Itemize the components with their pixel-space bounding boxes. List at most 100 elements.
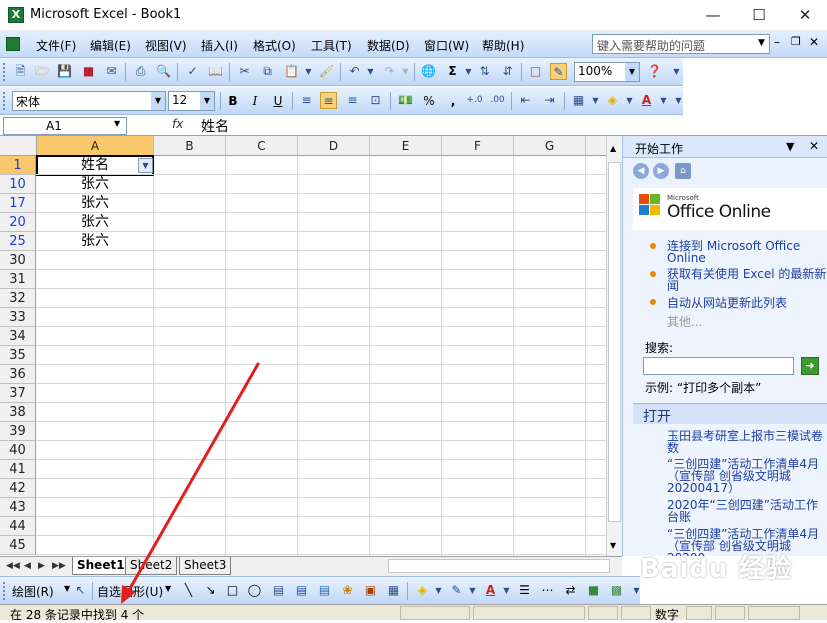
name-box[interactable]: A1 ▼: [3, 117, 127, 135]
row-header-33[interactable]: 33: [0, 308, 36, 327]
home-icon[interactable]: ⌂: [675, 163, 691, 179]
row-header-42[interactable]: 42: [0, 479, 36, 498]
3d-icon[interactable]: ▩: [608, 582, 625, 599]
column-header-b[interactable]: B: [154, 136, 226, 156]
save-icon[interactable]: 💾: [56, 63, 73, 80]
row-header-41[interactable]: 41: [0, 460, 36, 479]
sheet-tab-1[interactable]: Sheet1: [72, 557, 130, 575]
align-left-icon[interactable]: ≡: [298, 92, 315, 109]
comma-button[interactable]: ,: [444, 92, 462, 110]
cell-a25[interactable]: 张六: [37, 232, 153, 251]
email-icon[interactable]: ✉: [103, 63, 120, 80]
sort-ascending-icon[interactable]: ⇅: [476, 63, 493, 80]
redo-icon[interactable]: ↷: [381, 63, 398, 80]
copy-icon[interactable]: ⧉: [259, 63, 276, 80]
row-header-35[interactable]: 35: [0, 346, 36, 365]
prev-sheet-icon[interactable]: ◀: [24, 561, 31, 571]
scroll-thumb[interactable]: [608, 162, 621, 522]
row-header-34[interactable]: 34: [0, 327, 36, 346]
paste-icon[interactable]: 📋: [283, 63, 300, 80]
menu-window[interactable]: 窗口(W): [424, 37, 469, 54]
redo-dropdown-icon[interactable]: ▼: [397, 63, 414, 80]
help-search-input[interactable]: 键入需要帮助的问题: [592, 34, 770, 54]
row-header-43[interactable]: 43: [0, 498, 36, 517]
row-header-37[interactable]: 37: [0, 384, 36, 403]
currency-icon[interactable]: 💵: [397, 92, 414, 109]
help-dropdown-icon[interactable]: ▼: [758, 38, 765, 48]
menu-edit[interactable]: 编辑(E): [90, 37, 131, 54]
sort-descending-icon[interactable]: ⇵: [499, 63, 516, 80]
format-painter-icon[interactable]: 🖌: [318, 63, 335, 80]
textbox-icon[interactable]: ▤: [270, 582, 287, 599]
merge-center-icon[interactable]: ⊡: [367, 92, 384, 109]
menu-format[interactable]: 格式(O): [253, 37, 296, 54]
autofilter-dropdown-icon[interactable]: ▼: [138, 158, 153, 173]
doc-minimize-button[interactable]: –: [774, 35, 780, 49]
row-header-31[interactable]: 31: [0, 270, 36, 289]
column-header-f[interactable]: F: [442, 136, 514, 156]
image-icon[interactable]: ▦: [385, 582, 402, 599]
search-go-icon[interactable]: ➜: [801, 357, 819, 375]
menu-help[interactable]: 帮助(H): [482, 37, 524, 54]
back-icon[interactable]: ◀: [633, 163, 649, 179]
help-icon[interactable]: ❓: [646, 63, 663, 80]
recent-file-1[interactable]: 玉田县考研室上报市三模试卷数: [667, 430, 827, 454]
link-latest-news[interactable]: 获取有关使用 Excel 的最新新闻: [667, 268, 827, 292]
column-header-h[interactable]: [586, 136, 606, 156]
spelling-icon[interactable]: ✓: [184, 63, 201, 80]
font-combo[interactable]: 宋体 ▼: [12, 91, 166, 111]
row-header-1[interactable]: 1: [0, 156, 36, 175]
name-box-dropdown-icon[interactable]: ▼: [114, 119, 120, 128]
draw-menu-button[interactable]: 绘图(R): [12, 583, 54, 600]
print-preview-icon[interactable]: 🔍: [155, 63, 172, 80]
row-header-44[interactable]: 44: [0, 517, 36, 536]
scroll-up-icon[interactable]: ▲: [610, 144, 616, 153]
row-header-32[interactable]: 32: [0, 289, 36, 308]
next-sheet-icon[interactable]: ▶: [38, 561, 45, 571]
decrease-decimal-icon[interactable]: .00: [489, 92, 506, 109]
cut-icon[interactable]: ✂: [236, 63, 253, 80]
line-icon[interactable]: ╲: [180, 582, 197, 599]
menu-file[interactable]: 文件(F): [36, 37, 76, 54]
task-pane-close-icon[interactable]: ✕: [809, 139, 819, 153]
worksheet-grid[interactable]: A B C D E F G 姓名 张六 张六 张六 张六 ▼ 1 10 17 20 25…: [0, 136, 606, 556]
arrow-style-icon[interactable]: ⇄: [562, 582, 579, 599]
menu-data[interactable]: 数据(D): [367, 37, 410, 54]
wordart-icon[interactable]: ▤: [293, 582, 310, 599]
recent-file-2[interactable]: “三创四建”活动工作清单4月（宣传部 创省级文明城20200417）: [667, 458, 827, 494]
line-color-icon[interactable]: ✎: [448, 582, 465, 599]
formula-input[interactable]: 姓名: [201, 116, 229, 136]
row-header-39[interactable]: 39: [0, 422, 36, 441]
open-icon[interactable]: 🗁: [34, 63, 51, 80]
cell-a10[interactable]: 张六: [37, 175, 153, 194]
zoom-combo[interactable]: 100% ▼: [574, 62, 640, 82]
diagram-icon[interactable]: ▤: [316, 582, 333, 599]
font-color-dropdown-icon-2[interactable]: ▼: [498, 582, 515, 599]
task-pane-search-input[interactable]: [643, 357, 794, 375]
research-icon[interactable]: 📖: [207, 63, 224, 80]
forward-icon[interactable]: ▶: [653, 163, 669, 179]
undo-icon[interactable]: ↶: [346, 63, 363, 80]
align-center-icon[interactable]: ≡: [320, 92, 337, 109]
rectangle-icon[interactable]: □: [224, 582, 241, 599]
borders-icon[interactable]: ▦: [570, 92, 587, 109]
menu-tools[interactable]: 工具(T): [311, 37, 352, 54]
font-dropdown-icon[interactable]: ▼: [151, 92, 165, 110]
drawing-icon[interactable]: ✎: [550, 63, 567, 80]
autosum-dropdown-icon[interactable]: ▼: [460, 63, 477, 80]
workbook-icon[interactable]: [6, 37, 20, 51]
menu-view[interactable]: 视图(V): [145, 37, 187, 54]
borders-dropdown-icon[interactable]: ▼: [587, 92, 604, 109]
permission-icon[interactable]: ■: [80, 63, 97, 80]
undo-dropdown-icon[interactable]: ▼: [362, 63, 379, 80]
new-icon[interactable]: 🗎: [12, 63, 29, 80]
row-header-45[interactable]: 45: [0, 536, 36, 555]
fill-color-icon[interactable]: ◈: [604, 92, 621, 109]
column-header-g[interactable]: G: [514, 136, 586, 156]
first-sheet-icon[interactable]: ◀◀: [6, 561, 20, 571]
vertical-scrollbar[interactable]: ▲ ▼: [606, 136, 622, 556]
insert-picture-icon[interactable]: ▣: [362, 582, 379, 599]
sheet-tab-2[interactable]: Sheet2: [125, 557, 178, 575]
font-size-combo[interactable]: 12 ▼: [168, 91, 215, 111]
clipart-icon[interactable]: ❀: [339, 582, 356, 599]
